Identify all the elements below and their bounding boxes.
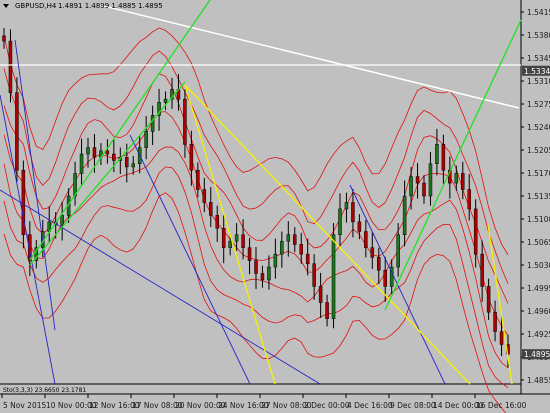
candle-body (415, 176, 420, 184)
candle-body (435, 144, 439, 164)
price-chart[interactable]: 1.5415 1.5380 1.5345 1.5310 1.5275 1.5240 1.52… (0, 0, 550, 413)
candle-body (79, 153, 84, 174)
y-tick-label: 1.5345 (527, 54, 550, 63)
candle-body (402, 195, 407, 235)
y-tick-label: 1.5100 (527, 215, 550, 224)
y-tick-label: 1.5275 (527, 100, 550, 109)
x-tick-label: 5 Nov 2015 (3, 401, 46, 410)
candle-body (377, 257, 381, 271)
candle-body (234, 234, 239, 242)
y-tick-label: 1.5065 (527, 238, 550, 247)
candle-body (396, 234, 400, 268)
x-tick-label: 16 Dec 16:00 (476, 401, 527, 410)
candle-body (92, 147, 97, 158)
x-tick-label: 9 Dec 08:00 (390, 401, 436, 410)
candle-body (383, 269, 387, 287)
y-tick-label: 1.5380 (527, 31, 550, 40)
candle-body (150, 115, 155, 132)
chart-title: GBPUSD,H4 (15, 2, 57, 10)
candle-body (15, 92, 19, 171)
candle-body (8, 40, 13, 93)
candle-body (131, 163, 135, 168)
candle-body (112, 153, 116, 161)
candle-body (60, 215, 64, 226)
candle-body (499, 331, 504, 345)
y-tick-label: 1.5310 (527, 77, 550, 86)
chart-window: 1.5415 1.5380 1.5345 1.5310 1.5275 1.5240 1.52… (0, 0, 550, 413)
candle-body (409, 176, 413, 197)
candle-body (422, 182, 426, 197)
y-tick-label: 1.5170 (527, 169, 550, 178)
candle-body (357, 221, 362, 232)
candle-body (86, 147, 90, 155)
candle-body (202, 189, 207, 203)
price-tag-label: 1.5334 (524, 67, 550, 76)
candle-body (163, 98, 168, 103)
candle-body (260, 273, 265, 281)
quote-values: 1.4891 1.4899 1.4885 1.4895 (58, 2, 163, 10)
indicator-label: Sto(3,3,3) 23.6650 23.1781 (3, 387, 86, 394)
candle-body (2, 35, 6, 42)
candle-body (247, 247, 252, 261)
candle-body (144, 131, 148, 148)
x-tick-label: 2 Dec 00:00 (304, 401, 350, 410)
candle-body (364, 231, 368, 248)
candle-body (325, 302, 329, 319)
candle-body (125, 157, 129, 168)
price-tag-label: 1.4895 (524, 350, 550, 359)
candle-body (280, 240, 284, 255)
candle-body (241, 234, 245, 248)
candle-body (441, 144, 446, 171)
candle-body (221, 228, 226, 248)
candle-body (299, 244, 303, 255)
candle-body (318, 286, 323, 303)
candle-body (273, 253, 278, 268)
candle-body (467, 189, 471, 210)
plot-area (0, 0, 521, 384)
candle-body (461, 173, 465, 190)
x-tick-label: 4 Dec 16:00 (347, 401, 393, 410)
candle-body (209, 202, 213, 216)
candle-body (189, 144, 194, 171)
y-tick-label: 1.5415 (527, 8, 550, 17)
candle-body (351, 202, 355, 223)
candle-body (338, 208, 342, 235)
candle-body (228, 240, 232, 248)
candle-body (370, 247, 375, 258)
candle-body (215, 215, 219, 229)
candle-body (480, 253, 484, 287)
candle-body (428, 163, 433, 197)
candle-body (286, 234, 291, 242)
y-tick-label: 1.5135 (527, 192, 550, 201)
y-tick-label: 1.5030 (527, 261, 550, 270)
candle-body (105, 150, 110, 155)
candle-body (493, 311, 497, 332)
candle-body (454, 173, 459, 184)
candle-body (312, 263, 316, 287)
candle-body (486, 286, 491, 313)
candle-body (344, 202, 349, 210)
candle-body (254, 260, 258, 274)
candle-body (331, 234, 336, 319)
y-tick-label: 1.5240 (527, 123, 550, 132)
y-tick-label: 1.5205 (527, 146, 550, 155)
candle-body (473, 208, 478, 255)
y-tick-label: 1.4925 (527, 330, 550, 339)
candle-body (267, 266, 271, 281)
candle-body (196, 169, 200, 190)
y-tick-label: 1.4995 (527, 284, 550, 293)
candle-body (183, 98, 187, 145)
candle-body (293, 234, 297, 245)
y-tick-label: 1.4960 (527, 307, 550, 316)
candle-body (305, 253, 310, 265)
y-tick-label: 1.4855 (527, 376, 550, 385)
